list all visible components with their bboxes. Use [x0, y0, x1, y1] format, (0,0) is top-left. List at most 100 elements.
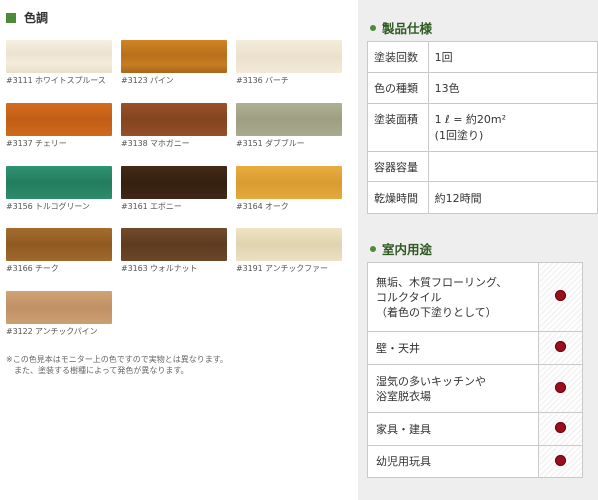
swatch-chip	[236, 40, 342, 73]
use-label: 壁・天井	[367, 331, 539, 365]
swatch-chip	[6, 166, 112, 199]
use-mark-cell	[538, 445, 583, 478]
swatch-chip	[121, 40, 227, 73]
spec-key: 乾燥時間	[367, 181, 429, 214]
swatch-item[interactable]: #3111 ホワイトスプルース	[6, 40, 112, 86]
spec-panel: 製品仕様 塗装回数 1回 色の種類 13色 塗装面積 1 ℓ = 約20m² (…	[358, 0, 598, 500]
spec-value: 13色	[427, 72, 598, 104]
bullet-dot-icon	[370, 245, 376, 252]
use-row: 無垢、木質フローリング、 コルクタイル （着色の下塗りとして）	[367, 262, 583, 332]
spec-key: 容器容量	[367, 151, 429, 182]
swatch-item[interactable]: #3163 ウォルナット	[121, 228, 227, 274]
use-label: 湿気の多いキッチンや 浴室脱衣場	[367, 364, 539, 413]
swatch-item[interactable]: #3151 ダブブルー	[236, 103, 342, 149]
note-line: また、塗装する樹種によって発色が異なります。	[14, 366, 189, 375]
swatch-label: #3111 ホワイトスプルース	[6, 76, 106, 85]
swatch-label: #3166 チーク	[6, 264, 59, 273]
swatch-item[interactable]: #3122 アンチックパイン	[6, 291, 112, 337]
swatch-item[interactable]: #3166 チーク	[6, 228, 112, 274]
use-label-line: 浴室脱衣場	[376, 389, 431, 403]
use-label-line: 湿気の多いキッチンや	[376, 374, 486, 388]
swatch-label: #3138 マホガニー	[121, 139, 190, 148]
swatch-item[interactable]: #3136 バーチ	[236, 40, 342, 86]
spec-row: 塗装回数 1回	[367, 41, 598, 73]
use-label-line: 家具・建具	[376, 422, 431, 436]
use-label: 幼児用玩具	[367, 445, 539, 478]
use-label-line: （着色の下塗りとして）	[376, 305, 497, 319]
swatch-item[interactable]: #3137 チェリー	[6, 103, 112, 149]
use-mark-cell	[538, 262, 583, 332]
color-section-header: 色調	[6, 9, 48, 26]
swatch-item[interactable]: #3123 パイン	[121, 40, 227, 86]
spec-table: 塗装回数 1回 色の種類 13色 塗装面積 1 ℓ = 約20m² (1回塗り)…	[367, 41, 598, 214]
spec-value: 約12時間	[427, 181, 598, 214]
circle-mark-icon	[555, 381, 566, 393]
use-row: 幼児用玩具	[367, 445, 583, 478]
swatch-label: #3191 アンチックファー	[236, 264, 328, 273]
use-label-line: コルクタイル	[376, 290, 442, 304]
swatch-label: #3161 エボニー	[121, 202, 182, 211]
use-label-line: 壁・天井	[376, 341, 420, 355]
swatch-item[interactable]: #3164 オーク	[236, 166, 342, 212]
square-bullet-icon	[6, 12, 16, 23]
swatch-label: #3123 パイン	[121, 76, 174, 85]
spec-key: 塗装面積	[367, 103, 429, 152]
swatch-label: #3136 バーチ	[236, 76, 289, 85]
disclaimer-note: ※この色見本はモニター上の色ですので実物とは異なります。 また、塗装する樹種によ…	[6, 354, 228, 376]
bullet-dot-icon	[370, 24, 376, 31]
use-mark-cell	[538, 364, 583, 413]
swatch-item[interactable]: #3156 トルコグリーン	[6, 166, 112, 212]
swatch-label: #3151 ダブブルー	[236, 139, 305, 148]
use-mark-cell	[538, 331, 583, 365]
color-section-title: 色調	[24, 11, 49, 25]
swatch-label: #3156 トルコグリーン	[6, 202, 90, 211]
swatch-chip	[121, 228, 227, 261]
swatch-item[interactable]: #3191 アンチックファー	[236, 228, 342, 274]
swatch-label: #3137 チェリー	[6, 139, 67, 148]
swatch-chip	[121, 103, 227, 136]
use-row: 湿気の多いキッチンや 浴室脱衣場	[367, 364, 583, 413]
spec-row: 色の種類 13色	[367, 72, 598, 104]
swatch-label: #3164 オーク	[236, 202, 289, 211]
use-row: 家具・建具	[367, 412, 583, 446]
spec-row: 乾燥時間 約12時間	[367, 181, 598, 214]
circle-mark-icon	[555, 422, 566, 433]
use-section-title: 室内用途	[382, 242, 433, 257]
use-section-header: 室内用途	[370, 239, 432, 258]
swatch-chip	[6, 40, 112, 73]
circle-mark-icon	[555, 290, 566, 301]
swatch-chip	[6, 291, 112, 324]
spec-row: 容器容量	[367, 151, 598, 182]
spec-section-title: 製品仕様	[382, 21, 433, 36]
swatch-chip	[236, 103, 342, 136]
swatch-chip	[236, 166, 342, 199]
spec-value-line: (1回塗り)	[434, 128, 484, 142]
spec-value-line: 1 ℓ = 約20m²	[434, 112, 507, 126]
spec-key: 色の種類	[367, 72, 429, 104]
swatch-label: #3163 ウォルナット	[121, 264, 198, 273]
swatch-item[interactable]: #3161 エボニー	[121, 166, 227, 212]
swatch-chip	[121, 166, 227, 199]
spec-key: 塗装回数	[367, 41, 429, 73]
use-mark-cell	[538, 412, 583, 446]
spec-value: 1回	[427, 41, 598, 73]
circle-mark-icon	[555, 341, 566, 352]
swatch-label: #3122 アンチックパイン	[6, 327, 98, 336]
color-section: 色調 #3111 ホワイトスプルース #3123 パイン #3136 バーチ #…	[0, 0, 350, 500]
use-label: 家具・建具	[367, 412, 539, 446]
use-label-line: 幼児用玩具	[376, 455, 431, 468]
use-label-line: 無垢、木質フローリング、	[376, 275, 508, 289]
spec-value	[427, 151, 598, 182]
use-table: 無垢、木質フローリング、 コルクタイル （着色の下塗りとして） 壁・天井 湿気の…	[367, 262, 583, 478]
swatch-item[interactable]: #3138 マホガニー	[121, 103, 227, 149]
spec-row: 塗装面積 1 ℓ = 約20m² (1回塗り)	[367, 103, 598, 152]
note-line: ※この色見本はモニター上の色ですので実物とは異なります。	[6, 355, 228, 364]
circle-mark-icon	[555, 454, 566, 466]
spec-value: 1 ℓ = 約20m² (1回塗り)	[427, 103, 598, 152]
swatch-chip	[236, 228, 342, 261]
swatch-chip	[6, 228, 112, 261]
swatch-chip	[6, 103, 112, 136]
spec-section-header: 製品仕様	[370, 18, 432, 37]
use-row: 壁・天井	[367, 331, 583, 365]
use-label: 無垢、木質フローリング、 コルクタイル （着色の下塗りとして）	[367, 262, 539, 332]
